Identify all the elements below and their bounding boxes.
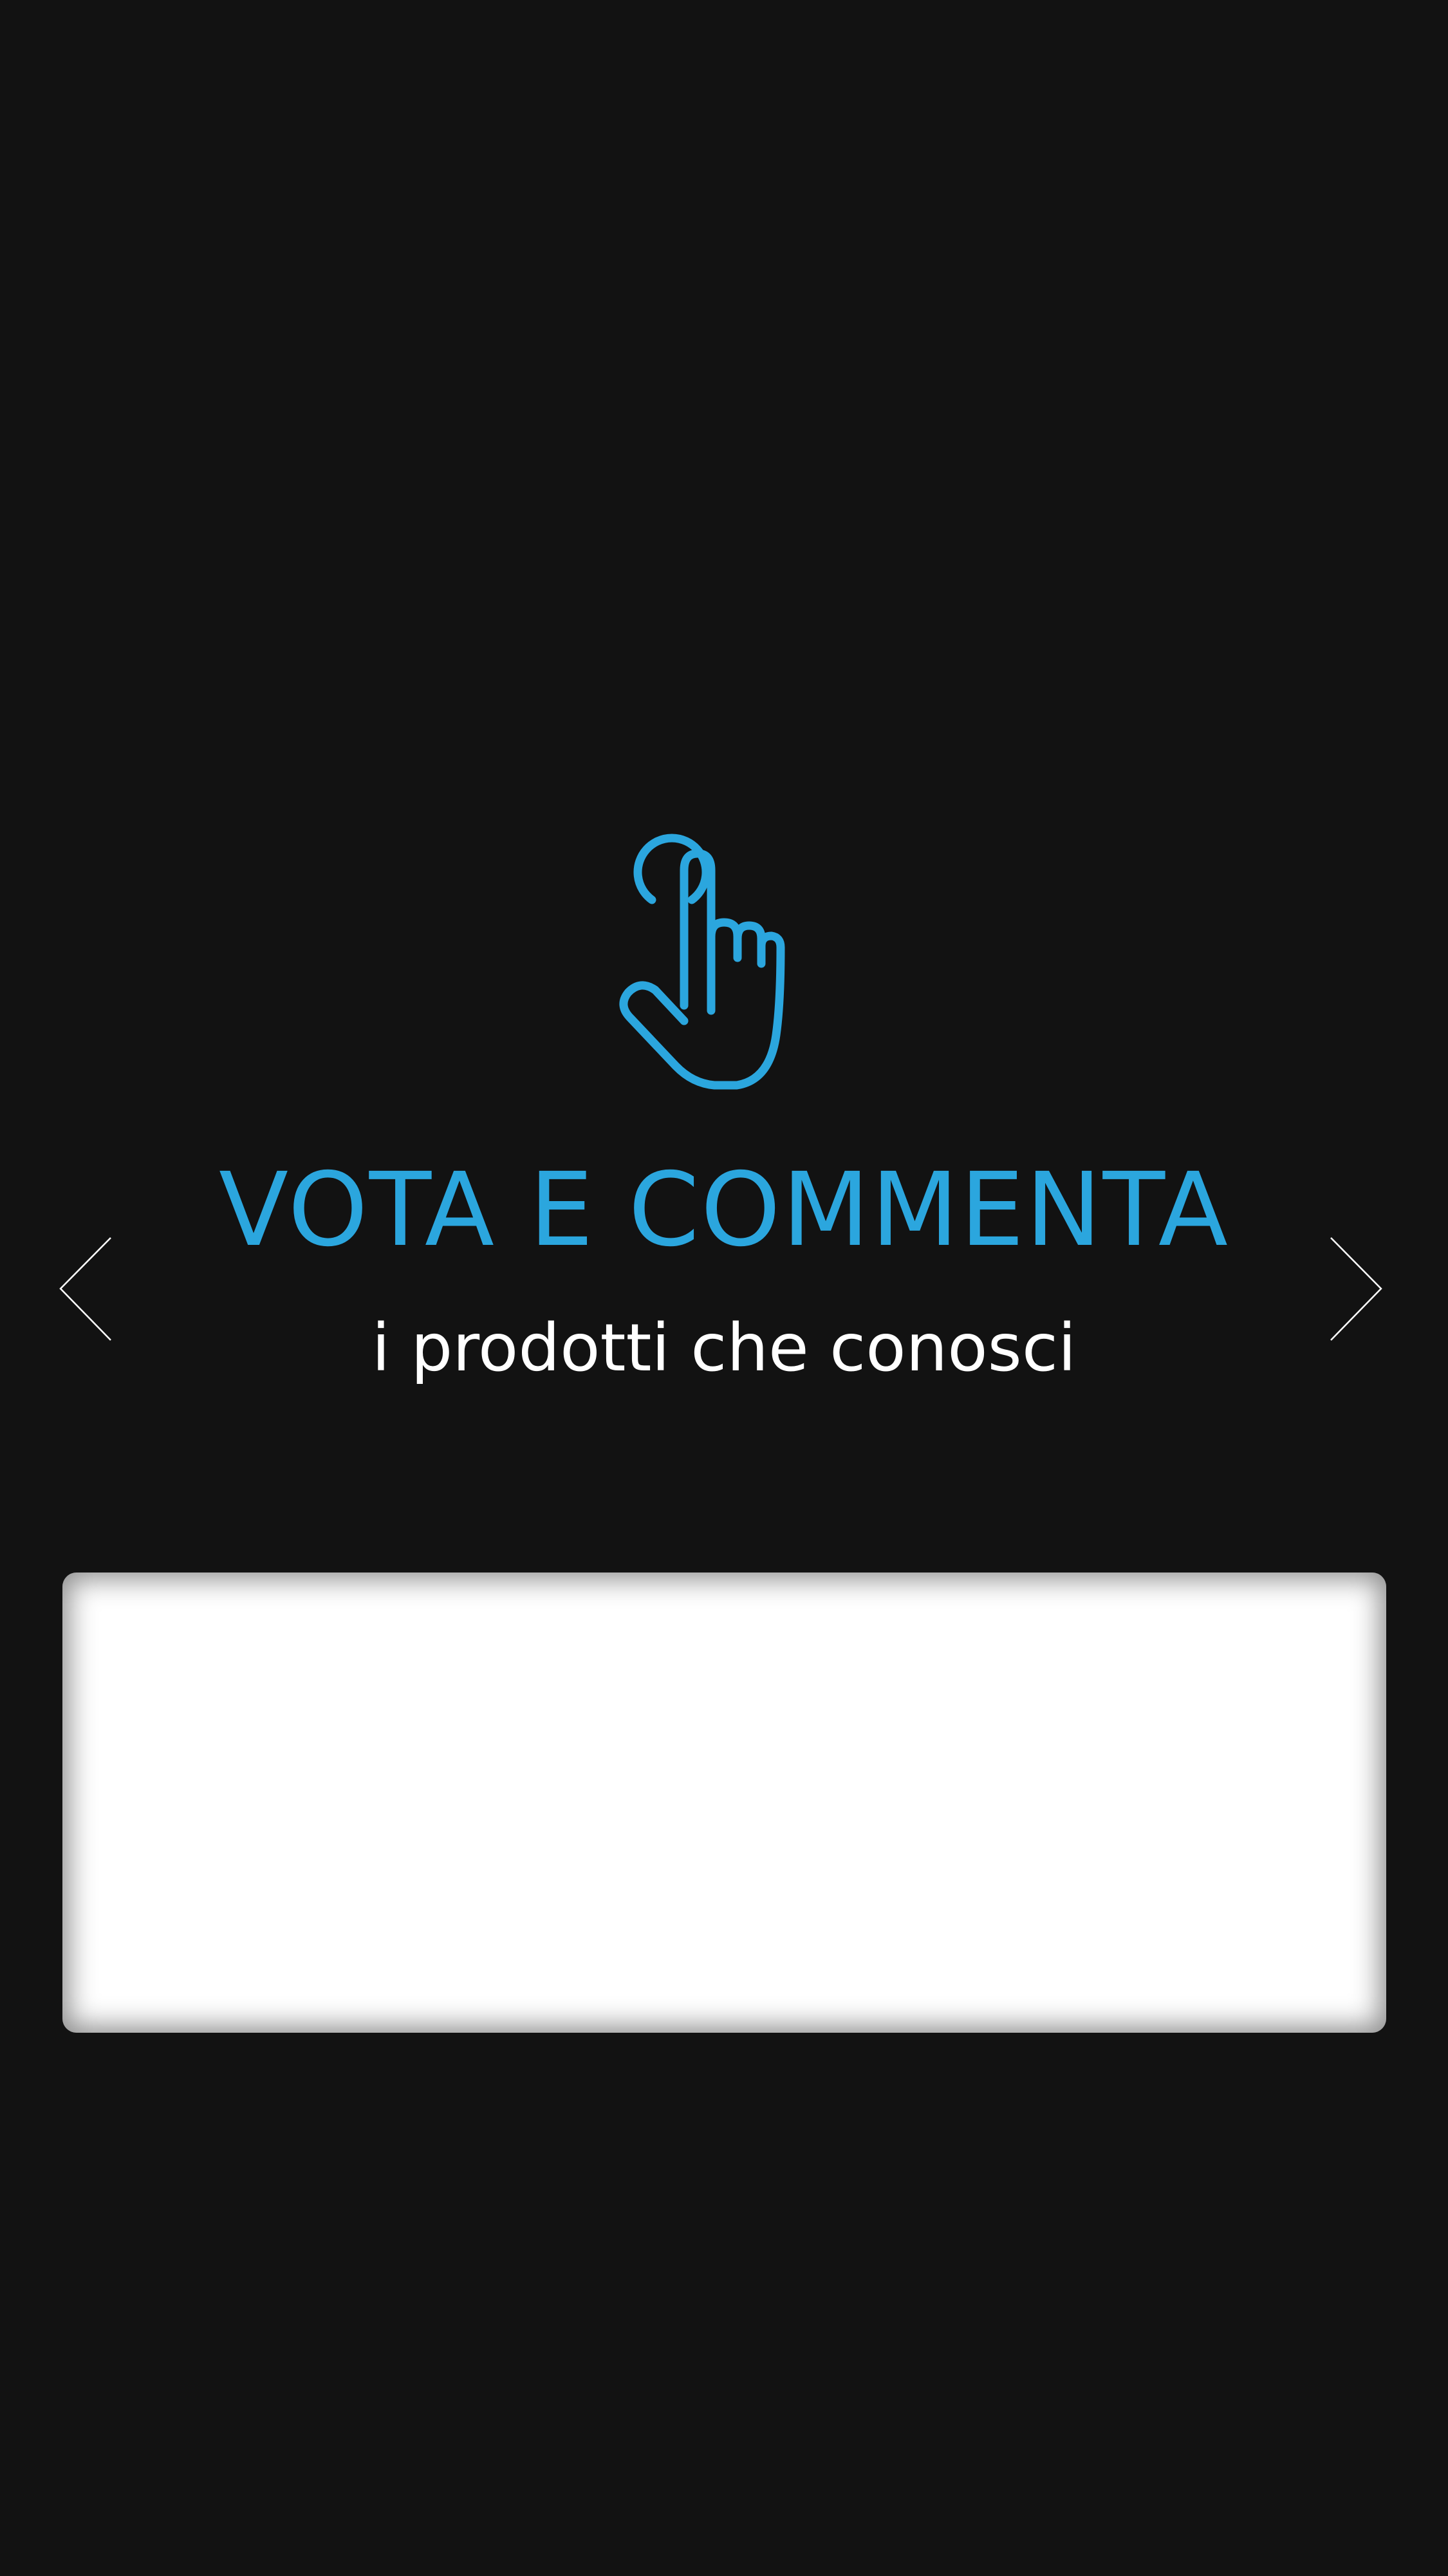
chevron-left-icon [59,1237,111,1341]
chevron-right-icon [1330,1237,1382,1341]
page-title: VOTA E COMMENTA [219,1151,1229,1269]
page-subtitle: i prodotti che conosci [371,1310,1077,1386]
previous-slide-button[interactable] [58,1236,116,1342]
content-card [62,1573,1386,2033]
next-slide-button[interactable] [1326,1236,1384,1342]
hand-pointer-tap-icon [605,830,824,1114]
